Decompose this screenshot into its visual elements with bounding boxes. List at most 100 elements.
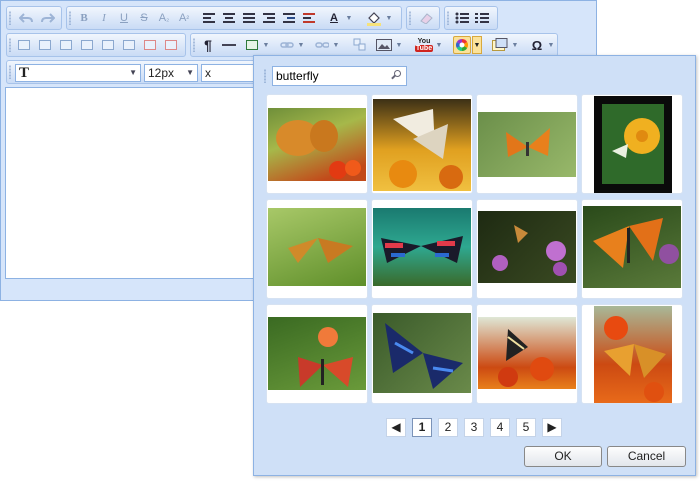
align-center-button[interactable] bbox=[220, 9, 238, 27]
image-thumbnail-10[interactable] bbox=[371, 304, 473, 404]
page-button-3[interactable]: 3 bbox=[464, 418, 484, 437]
image-search-dialog: ◀ 1 2 3 4 5 ▶ OK Cancel bbox=[253, 55, 696, 476]
cancel-button[interactable]: Cancel bbox=[607, 446, 686, 467]
butterfly-image bbox=[506, 128, 550, 157]
table-merge-icon bbox=[102, 40, 114, 50]
subscript-button[interactable]: A₂ bbox=[155, 9, 173, 27]
numbered-list-button[interactable] bbox=[473, 9, 491, 27]
butterfly-photo bbox=[478, 211, 576, 283]
image-thumbnail-5[interactable] bbox=[266, 199, 368, 299]
page-button-5[interactable]: 5 bbox=[516, 418, 536, 437]
align-right-button[interactable] bbox=[260, 9, 278, 27]
toolbar-grip[interactable] bbox=[9, 65, 11, 79]
search-grip[interactable] bbox=[264, 69, 266, 83]
align-justify-button[interactable] bbox=[240, 9, 258, 27]
font-color-button[interactable]: A bbox=[325, 9, 343, 27]
font-family-select[interactable]: T ▼ bbox=[15, 64, 141, 82]
insert-image-button[interactable] bbox=[375, 36, 393, 54]
unlink-dropdown[interactable]: ▼ bbox=[332, 36, 340, 54]
font-size-select[interactable]: 12px ▼ bbox=[144, 64, 198, 82]
butterfly-photo bbox=[268, 208, 366, 286]
image-thumbnail-8[interactable] bbox=[581, 199, 683, 299]
insert-table-button[interactable] bbox=[243, 36, 261, 54]
insert-table-dropdown[interactable]: ▼ bbox=[262, 36, 270, 54]
anchor-icon bbox=[353, 38, 366, 51]
font-color-dropdown[interactable]: ▼ bbox=[345, 9, 353, 27]
table-merge-button[interactable] bbox=[99, 36, 117, 54]
insert-form-dropdown[interactable]: ▼ bbox=[511, 36, 519, 54]
remove-format-button[interactable] bbox=[417, 9, 435, 27]
underline-button[interactable]: U bbox=[115, 9, 133, 27]
image-thumbnail-1[interactable] bbox=[266, 94, 368, 194]
redo-button[interactable] bbox=[39, 9, 57, 27]
toolbar-grip[interactable] bbox=[447, 11, 449, 25]
table-column-right-button[interactable] bbox=[78, 36, 96, 54]
youtube-label-top: You bbox=[417, 38, 431, 45]
indent-button[interactable] bbox=[280, 9, 298, 27]
next-page-button[interactable]: ▶ bbox=[542, 418, 562, 437]
page-button-4[interactable]: 4 bbox=[490, 418, 510, 437]
table-column-right-icon bbox=[81, 40, 93, 50]
align-left-button[interactable] bbox=[200, 9, 218, 27]
table-delete-row-button[interactable] bbox=[141, 36, 159, 54]
image-thumbnail-7[interactable] bbox=[476, 199, 578, 299]
bold-button[interactable]: B bbox=[75, 9, 93, 27]
table-row-above-button[interactable] bbox=[15, 36, 33, 54]
table-split-icon bbox=[123, 40, 135, 50]
superscript-button[interactable]: A² bbox=[175, 9, 193, 27]
history-group bbox=[6, 6, 62, 30]
anchor-button[interactable] bbox=[351, 36, 369, 54]
toolbar-grip[interactable] bbox=[69, 11, 71, 25]
search-input[interactable] bbox=[272, 66, 407, 86]
image-thumbnail-12[interactable] bbox=[581, 304, 683, 404]
butterfly-photo bbox=[373, 99, 471, 191]
table-icon bbox=[246, 40, 258, 50]
table-delete-column-icon bbox=[165, 40, 177, 50]
table-delete-column-button[interactable] bbox=[162, 36, 180, 54]
page-button-1[interactable]: 1 bbox=[412, 418, 432, 437]
bullet-list-button[interactable] bbox=[453, 9, 471, 27]
toolbar-grip[interactable] bbox=[409, 11, 411, 25]
image-search-dropdown[interactable]: ▼ bbox=[472, 36, 482, 54]
special-char-dropdown[interactable]: ▼ bbox=[547, 36, 555, 54]
table-column-left-button[interactable] bbox=[57, 36, 75, 54]
numbered-list-icon bbox=[475, 13, 489, 23]
ok-button[interactable]: OK bbox=[524, 446, 602, 467]
table-split-button[interactable] bbox=[120, 36, 138, 54]
youtube-button[interactable]: You Tube bbox=[413, 36, 435, 54]
image-thumbnail-4[interactable] bbox=[581, 94, 683, 194]
prev-page-button[interactable]: ◀ bbox=[386, 418, 406, 437]
image-search-button[interactable] bbox=[453, 36, 471, 54]
butterfly-photo bbox=[594, 96, 672, 193]
italic-button[interactable]: I bbox=[95, 9, 113, 27]
toolbar-grip[interactable] bbox=[9, 38, 11, 52]
page-button-2[interactable]: 2 bbox=[438, 418, 458, 437]
search-icon[interactable] bbox=[394, 70, 401, 77]
table-row-below-button[interactable] bbox=[36, 36, 54, 54]
insert-link-dropdown[interactable]: ▼ bbox=[297, 36, 305, 54]
paragraph-button[interactable]: ¶ bbox=[199, 36, 217, 54]
image-thumbnail-11[interactable] bbox=[476, 304, 578, 404]
toolbar-grip[interactable] bbox=[9, 11, 11, 25]
butterfly-image bbox=[498, 329, 554, 387]
youtube-dropdown[interactable]: ▼ bbox=[435, 36, 443, 54]
highlight-color-dropdown[interactable]: ▼ bbox=[385, 9, 393, 27]
undo-button[interactable] bbox=[17, 9, 35, 27]
insert-image-dropdown[interactable]: ▼ bbox=[395, 36, 403, 54]
butterfly-image bbox=[389, 109, 463, 189]
toolbar-grip[interactable] bbox=[193, 38, 195, 52]
insert-link-button[interactable] bbox=[278, 36, 296, 54]
horizontal-rule-button[interactable] bbox=[220, 36, 238, 54]
font-size-value: 12px bbox=[148, 66, 175, 80]
outdent-button[interactable] bbox=[300, 9, 318, 27]
strikethrough-button[interactable]: S bbox=[135, 9, 153, 27]
unlink-button[interactable] bbox=[313, 36, 331, 54]
special-char-button[interactable]: Ω bbox=[528, 36, 546, 54]
image-thumbnail-6[interactable] bbox=[371, 199, 473, 299]
image-thumbnail-2[interactable] bbox=[371, 94, 473, 194]
butterfly-image bbox=[381, 236, 463, 263]
image-thumbnail-3[interactable] bbox=[476, 94, 578, 194]
highlight-color-button[interactable] bbox=[365, 9, 383, 27]
insert-form-button[interactable] bbox=[491, 36, 509, 54]
image-thumbnail-9[interactable] bbox=[266, 304, 368, 404]
